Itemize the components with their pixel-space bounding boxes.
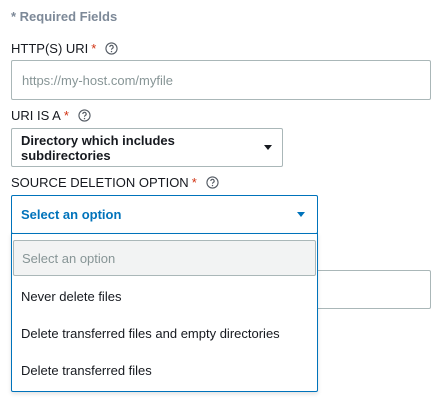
required-asterisk: *: [191, 175, 197, 190]
dropdown-option[interactable]: Delete transferred files and empty direc…: [12, 315, 317, 351]
caret-down-icon: [297, 212, 305, 217]
help-icon[interactable]: [78, 109, 91, 122]
help-icon[interactable]: [206, 176, 219, 189]
source-deletion-label-row: SOURCE DELETION OPTION *: [11, 175, 219, 190]
uri-is-a-label-row: URI IS A *: [11, 108, 91, 123]
uri-is-a-label: URI IS A: [11, 108, 61, 123]
help-icon[interactable]: [105, 42, 118, 55]
uri-label: HTTP(S) URI: [11, 41, 89, 56]
caret-down-icon: [264, 145, 272, 150]
dropdown-option[interactable]: Never delete files: [12, 278, 317, 314]
dropdown-filter-option[interactable]: Select an option: [13, 240, 316, 276]
source-deletion-label: SOURCE DELETION OPTION: [11, 175, 189, 190]
uri-type-selected-value: Directory which includes subdirectories: [21, 132, 175, 163]
dropdown-option[interactable]: Delete transferred files: [12, 352, 317, 388]
source-deletion-selected-value: Select an option: [21, 207, 122, 222]
uri-label-row: HTTP(S) URI *: [11, 41, 118, 56]
uri-input[interactable]: [11, 60, 431, 100]
source-deletion-select[interactable]: Select an option: [11, 195, 318, 234]
required-asterisk: *: [91, 41, 97, 56]
uri-type-select[interactable]: Directory which includes subdirectories: [11, 128, 283, 167]
required-fields-note: * Required Fields: [11, 9, 118, 24]
source-deletion-dropdown: Select an option Never delete files Dele…: [11, 233, 318, 392]
required-asterisk: *: [63, 108, 69, 123]
